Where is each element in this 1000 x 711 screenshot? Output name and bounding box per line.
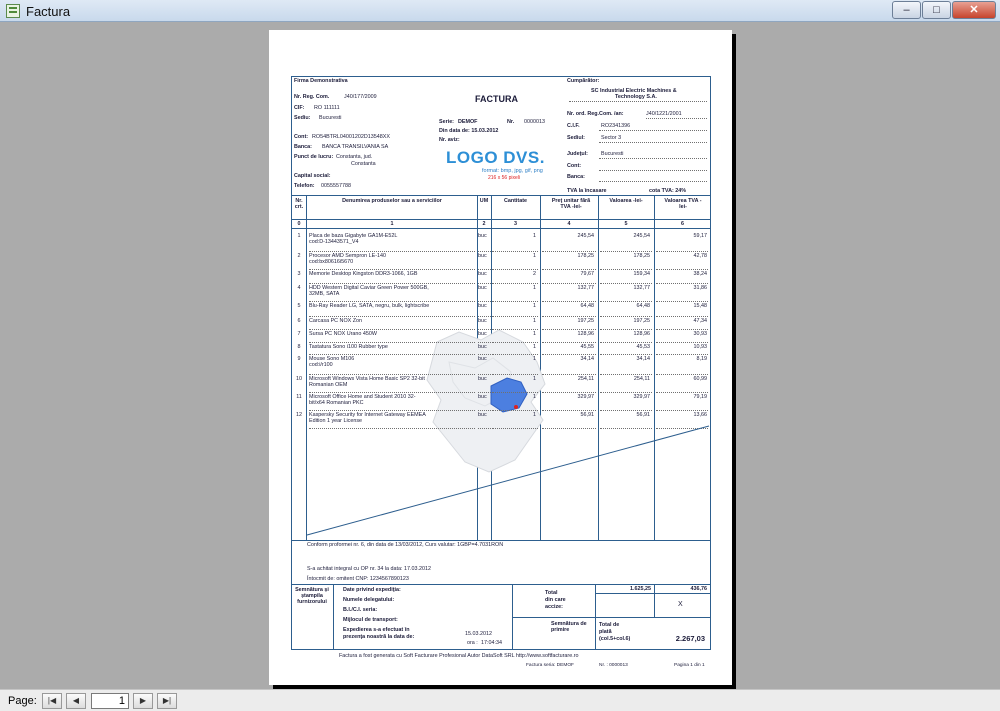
totals-line-1 xyxy=(595,593,711,594)
app-icon xyxy=(6,4,20,18)
footer-note-proforma: Conform proformei nr. 6, din data de 13/… xyxy=(307,542,504,548)
window-controls: – □ ✕ xyxy=(892,1,996,19)
exp-text-1: Expedierea s-a efectuat în xyxy=(343,627,410,633)
sig-vline-1 xyxy=(333,584,334,650)
supplier-signature: Semnătura și ștampila furnizorului xyxy=(295,587,329,605)
table-bottom-line xyxy=(291,540,711,541)
last-page-button[interactable]: ▶| xyxy=(157,693,177,709)
bottom-page: Pagina 1 din 1 xyxy=(674,663,705,668)
title-bar: Factura – □ ✕ xyxy=(0,0,1000,22)
footer-note-intocmit: Întocmit de: omitent CNP: 1234567890123 xyxy=(307,576,409,582)
exp-mijloc: Mijlocul de transport: xyxy=(343,617,398,623)
generated-note: Factura a fost generata cu Soft Facturar… xyxy=(339,653,579,659)
total-value: 1.625,25 xyxy=(630,586,651,592)
maximize-button[interactable]: □ xyxy=(922,1,951,19)
print-preview-area[interactable]: Firma Demonstrativa Nr. Reg. Com. J40/17… xyxy=(0,22,1000,689)
signature-top-line xyxy=(291,584,711,585)
din-care-label: din care xyxy=(545,597,566,603)
receipt-signature: Semnătura de primire xyxy=(551,621,587,633)
prev-page-button[interactable]: ◀ xyxy=(66,693,86,709)
total-tva-value: 436,76 xyxy=(690,586,708,592)
total-label: Total xyxy=(545,590,558,596)
minimize-button[interactable]: – xyxy=(892,1,921,19)
bottom-nr: Nr. : 0000013 xyxy=(599,663,628,668)
first-page-button[interactable]: |◀ xyxy=(42,693,62,709)
plata-label-3: (col.5+col.6) xyxy=(599,636,631,642)
exp-date: 15.03.2012 xyxy=(465,631,492,637)
next-page-button[interactable]: ▶ xyxy=(133,693,153,709)
exp-delegat: Numele delegatului: xyxy=(343,597,395,603)
invoice-page: Firma Demonstrativa Nr. Reg. Com. J40/17… xyxy=(269,30,732,685)
totals-line-2 xyxy=(512,617,711,618)
exp-text-2: prezenţa noastră la data de: xyxy=(343,634,415,640)
sig-vline-4 xyxy=(654,584,655,617)
plata-value: 2.267,03 xyxy=(675,634,705,643)
window-title: Factura xyxy=(26,4,71,19)
exp-title: Date privind expediţia: xyxy=(343,587,401,593)
page-navigation-bar: Page: |◀ ◀ 1 ▶ ▶| xyxy=(0,689,1000,711)
accize-value: X xyxy=(678,601,683,608)
exp-ora: 17:04:34 xyxy=(481,640,502,646)
plata-label-2: plată xyxy=(599,629,612,635)
page-label: Page: xyxy=(8,695,37,707)
exp-bi: B.I./C.I. seria: xyxy=(343,607,378,613)
footer-note-achitat: S-a achitat integral cu OP nr. 34 la dat… xyxy=(307,566,431,572)
exp-ora-label: ora : xyxy=(467,640,478,646)
plata-label-1: Total de xyxy=(599,622,620,628)
bottom-serie: Factura seria: DEMOF xyxy=(526,663,574,668)
close-button[interactable]: ✕ xyxy=(952,1,996,19)
page-number-input[interactable]: 1 xyxy=(91,693,129,709)
accize-label: accize: xyxy=(545,604,563,610)
